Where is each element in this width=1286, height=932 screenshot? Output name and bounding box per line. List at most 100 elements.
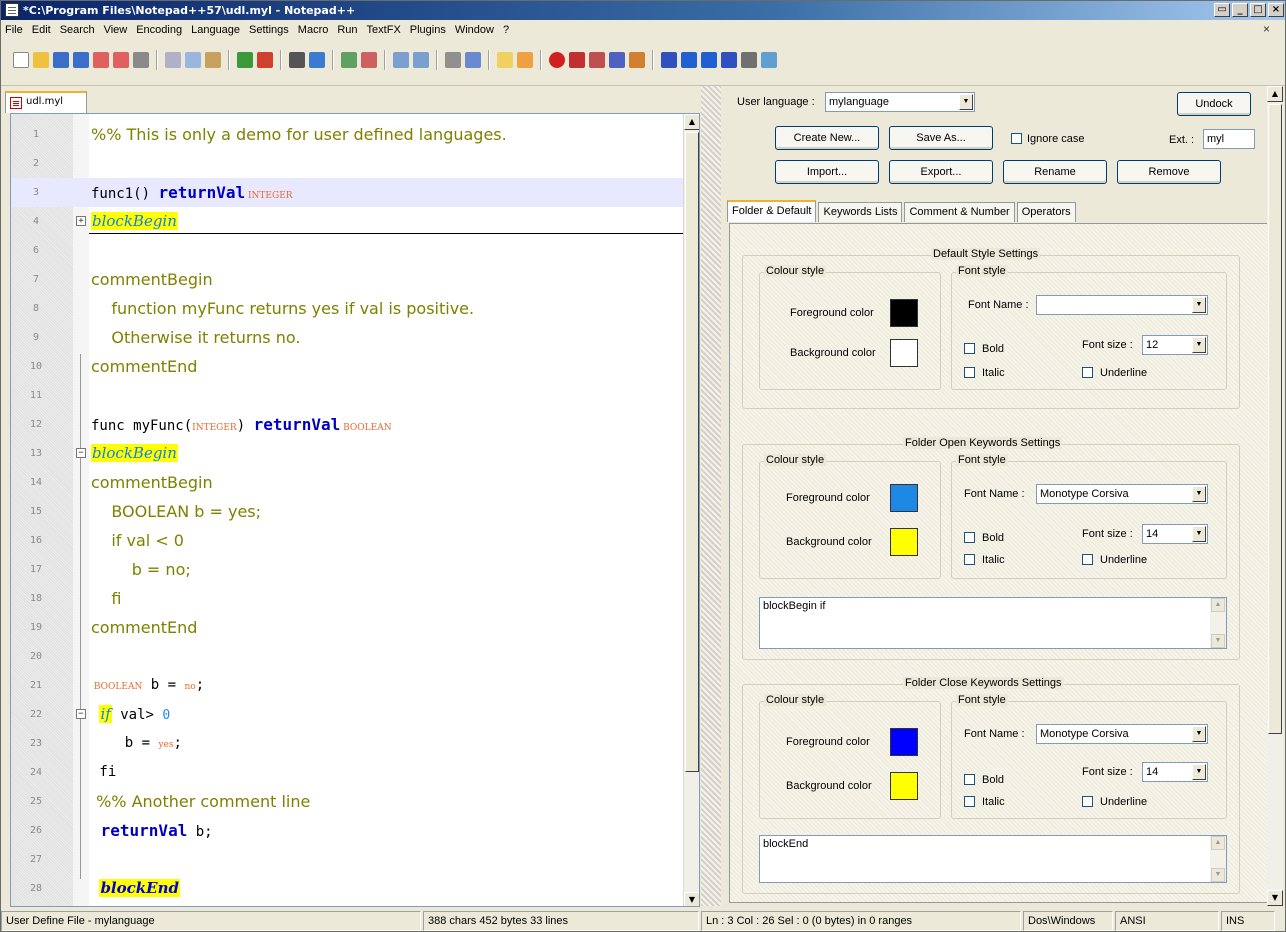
sync-horizontal-icon[interactable] bbox=[413, 52, 429, 68]
paste-icon[interactable] bbox=[205, 52, 221, 68]
remove-button[interactable]: Remove bbox=[1117, 160, 1221, 184]
code-editor[interactable]: 1 %% This is only a demo for user defined… bbox=[10, 113, 700, 907]
sync-vertical-icon[interactable] bbox=[393, 52, 409, 68]
title-bar[interactable]: *C:\Program Files\Notepad++57\udl.myl - … bbox=[1, 1, 1285, 20]
underline-checkbox[interactable] bbox=[1082, 367, 1093, 378]
background-color-swatch[interactable] bbox=[890, 772, 918, 800]
background-color-swatch[interactable] bbox=[890, 339, 918, 367]
play-macro-icon[interactable] bbox=[589, 52, 605, 68]
menu-settings[interactable]: Settings bbox=[249, 24, 289, 36]
font-name-select[interactable]: ▼ bbox=[1036, 295, 1208, 315]
move-up-icon[interactable] bbox=[681, 52, 697, 68]
tab-keywords-lists[interactable]: Keywords Lists bbox=[818, 202, 903, 222]
maximize-button[interactable]: □ bbox=[1250, 3, 1266, 17]
close-all-icon[interactable] bbox=[113, 52, 129, 68]
foreground-color-swatch[interactable] bbox=[890, 299, 918, 327]
run-macro-multiple-icon[interactable] bbox=[609, 52, 625, 68]
editor-line[interactable]: 25 %% Another comment line bbox=[11, 787, 685, 816]
editor-line[interactable]: 17 b = no; bbox=[11, 555, 685, 584]
font-size-select[interactable]: 14 ▼ bbox=[1142, 762, 1208, 782]
new-file-icon[interactable] bbox=[13, 52, 29, 68]
import-button[interactable]: Import... bbox=[775, 160, 879, 184]
editor-line[interactable]: 27 bbox=[11, 845, 685, 874]
find-icon[interactable] bbox=[289, 52, 305, 68]
foreground-color-swatch[interactable] bbox=[890, 728, 918, 756]
undo-icon[interactable] bbox=[237, 52, 253, 68]
fold-collapse-icon[interactable]: − bbox=[76, 709, 86, 719]
menu-file[interactable]: File bbox=[5, 24, 23, 36]
editor-line[interactable]: 6 bbox=[11, 236, 685, 265]
undock-button[interactable]: Undock bbox=[1177, 92, 1251, 116]
menu-run[interactable]: Run bbox=[337, 24, 357, 36]
menu-view[interactable]: View bbox=[104, 24, 128, 36]
menu-macro[interactable]: Macro bbox=[298, 24, 329, 36]
underline-checkbox[interactable] bbox=[1082, 796, 1093, 807]
rename-button[interactable]: Rename bbox=[1003, 160, 1107, 184]
copy-icon[interactable] bbox=[185, 52, 201, 68]
editor-line[interactable]: 28 blockEnd bbox=[11, 874, 685, 903]
editor-line[interactable]: 24 fi bbox=[11, 758, 685, 787]
font-size-select[interactable]: 12 ▼ bbox=[1142, 335, 1208, 355]
scroll-thumb[interactable] bbox=[685, 132, 699, 772]
open-file-icon[interactable] bbox=[33, 52, 49, 68]
zoom-out-icon[interactable] bbox=[361, 52, 377, 68]
scroll-down-icon[interactable]: ▼ bbox=[684, 892, 699, 906]
scroll-up-icon[interactable]: ▲ bbox=[684, 114, 699, 130]
editor-line[interactable]: 14 commentBegin bbox=[11, 468, 685, 497]
close-document-icon[interactable]: × bbox=[1263, 22, 1270, 36]
editor-line[interactable]: 1 %% This is only a demo for user defined… bbox=[11, 120, 685, 149]
fold-expand-icon[interactable]: + bbox=[76, 216, 86, 226]
menu-search[interactable]: Search bbox=[60, 24, 95, 36]
editor-line[interactable]: 16 if val < 0 bbox=[11, 526, 685, 555]
save-all-icon[interactable] bbox=[73, 52, 89, 68]
menu-language[interactable]: Language bbox=[191, 24, 240, 36]
plugin-icon[interactable] bbox=[741, 52, 757, 68]
foreground-color-swatch[interactable] bbox=[890, 484, 918, 512]
editor-line[interactable]: 26 returnVal b; bbox=[11, 816, 685, 845]
editor-line[interactable]: 18 fi bbox=[11, 584, 685, 613]
editor-line[interactable]: 3 func1() returnVal INTEGER bbox=[11, 178, 685, 207]
redo-icon[interactable] bbox=[257, 52, 273, 68]
save-macro-icon[interactable] bbox=[629, 52, 645, 68]
dock-splitter[interactable] bbox=[701, 86, 721, 906]
background-color-swatch[interactable] bbox=[890, 528, 918, 556]
user-language-select[interactable]: mylanguage ▼ bbox=[825, 92, 975, 112]
editor-line[interactable]: 2 bbox=[11, 149, 685, 178]
editor-line[interactable]: 10 commentEnd bbox=[11, 352, 685, 381]
font-name-select[interactable]: Monotype Corsiva ▼ bbox=[1036, 484, 1208, 504]
tab-comment-number[interactable]: Comment & Number bbox=[904, 202, 1015, 222]
font-name-select[interactable]: Monotype Corsiva ▼ bbox=[1036, 724, 1208, 744]
editor-line[interactable]: 7 commentBegin bbox=[11, 265, 685, 294]
export-button[interactable]: Export... bbox=[889, 160, 993, 184]
minimize-button[interactable]: _ bbox=[1232, 3, 1248, 17]
textarea-scrollbar[interactable]: ▲ ▼ bbox=[1210, 836, 1226, 882]
editor-line[interactable]: 9 Otherwise it returns no. bbox=[11, 323, 685, 352]
menu-plugins[interactable]: Plugins bbox=[410, 24, 446, 36]
italic-checkbox[interactable] bbox=[964, 796, 975, 807]
italic-checkbox[interactable] bbox=[964, 367, 975, 378]
create-new-button[interactable]: Create New... bbox=[775, 126, 879, 150]
cut-icon[interactable] bbox=[165, 52, 181, 68]
editor-line[interactable]: 11 bbox=[11, 381, 685, 410]
tab-folder-default[interactable]: Folder & Default bbox=[727, 200, 817, 222]
editor-line[interactable]: 15 BOOLEAN b = yes; bbox=[11, 497, 685, 526]
bold-checkbox[interactable] bbox=[964, 774, 975, 785]
menu-help[interactable]: ? bbox=[503, 24, 509, 36]
stop-macro-icon[interactable] bbox=[569, 52, 585, 68]
user-lang-dialog-icon[interactable] bbox=[517, 52, 533, 68]
tab-udl-myl[interactable]: udl.myl bbox=[5, 91, 87, 113]
bold-checkbox[interactable] bbox=[964, 343, 975, 354]
scroll-down-icon[interactable]: ▼ bbox=[1267, 890, 1283, 906]
menu-encoding[interactable]: Encoding bbox=[136, 24, 182, 36]
editor-line[interactable]: 4 + blockBegin bbox=[11, 207, 685, 236]
editor-line[interactable]: 20 bbox=[11, 642, 685, 671]
editor-line[interactable]: 22 − if val> 0 bbox=[11, 700, 685, 729]
scroll-thumb[interactable] bbox=[1268, 104, 1282, 734]
underline-checkbox[interactable] bbox=[1082, 554, 1093, 565]
ignore-case-checkbox[interactable] bbox=[1011, 133, 1022, 144]
editor-line[interactable]: 19 commentEnd bbox=[11, 613, 685, 642]
show-all-chars-icon[interactable] bbox=[465, 52, 481, 68]
textarea-scrollbar[interactable]: ▲ ▼ bbox=[1210, 598, 1226, 648]
ext-input[interactable]: myl bbox=[1203, 129, 1255, 149]
indent-guide-icon[interactable] bbox=[497, 52, 513, 68]
